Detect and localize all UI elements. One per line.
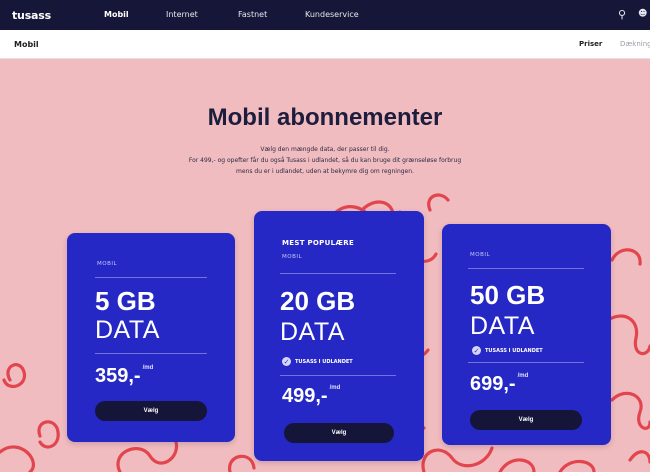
check-icon: ✓ — [472, 346, 481, 355]
hero-subtitle-line-2: For 499,- og opefter får du også Tusass … — [188, 157, 462, 164]
top-navigation-bar: tusass Mobil Internet Fastnet Kundeservi… — [0, 0, 650, 30]
section-subnav: Mobil Priser Dækning — [0, 30, 650, 59]
user-icon[interactable]: ☻ — [638, 9, 647, 19]
plan-tag: MOBIL — [470, 252, 491, 258]
plan-data-amount: 20 GB — [280, 286, 356, 316]
subnav-link-daekning[interactable]: Dækning — [620, 40, 650, 48]
choose-plan-button[interactable]: Vælg — [95, 401, 207, 421]
nav-link-kundeservice[interactable]: Kundeservice — [305, 10, 359, 19]
plan-price: 699,-/md — [470, 373, 529, 395]
plan-price: 499,-/md — [282, 385, 341, 407]
search-icon[interactable]: ⚲ — [618, 8, 626, 21]
subnav-link-priser[interactable]: Priser — [579, 40, 602, 48]
nav-link-mobil[interactable]: Mobil — [104, 10, 129, 19]
plan-card-50gb: MOBIL 50 GB DATA ✓ TUSASS I UDLANDET 699… — [442, 224, 611, 445]
perk-item: ✓ TUSASS I UDLANDET — [472, 346, 543, 355]
plan-data-label: DATA — [95, 316, 160, 344]
divider — [95, 277, 207, 278]
plan-price: 359,-/md — [95, 365, 154, 387]
perk-label: TUSASS I UDLANDET — [485, 347, 543, 354]
perk-item: ✓ TUSASS I UDLANDET — [282, 357, 353, 366]
nav-link-internet[interactable]: Internet — [166, 10, 198, 19]
hero-subtitle-line-1: Vælg den mængde data, der passer til dig… — [260, 146, 390, 153]
divider — [95, 353, 207, 354]
section-title[interactable]: Mobil — [14, 40, 39, 49]
plan-data-label: DATA — [280, 318, 345, 346]
nav-link-fastnet[interactable]: Fastnet — [238, 10, 267, 19]
plan-tag: MOBIL — [97, 261, 118, 267]
plan-data-amount: 5 GB — [95, 286, 156, 316]
perk-label: TUSASS I UDLANDET — [295, 358, 353, 365]
check-icon: ✓ — [282, 357, 291, 366]
divider — [468, 268, 584, 269]
brand-logo[interactable]: tusass — [12, 9, 51, 22]
page-title: Mobil abonnementer — [207, 104, 443, 131]
plan-card-20gb: MEST POPULÆRE MOBIL 20 GB DATA ✓ TUSASS … — [254, 211, 424, 461]
plan-card-5gb: MOBIL 5 GB DATA 359,-/md Vælg — [67, 233, 235, 442]
most-popular-badge: MEST POPULÆRE — [282, 239, 355, 247]
divider — [280, 273, 396, 274]
plan-tag: MOBIL — [282, 254, 303, 260]
choose-plan-button[interactable]: Vælg — [470, 410, 582, 430]
plan-data-label: DATA — [470, 312, 535, 340]
choose-plan-button[interactable]: Vælg — [284, 423, 394, 443]
divider — [468, 362, 584, 363]
divider — [280, 375, 396, 376]
plan-data-amount: 50 GB — [470, 280, 546, 310]
hero-subtitle-line-3: mens du er i udlandet, uden at bekymre d… — [236, 168, 414, 175]
